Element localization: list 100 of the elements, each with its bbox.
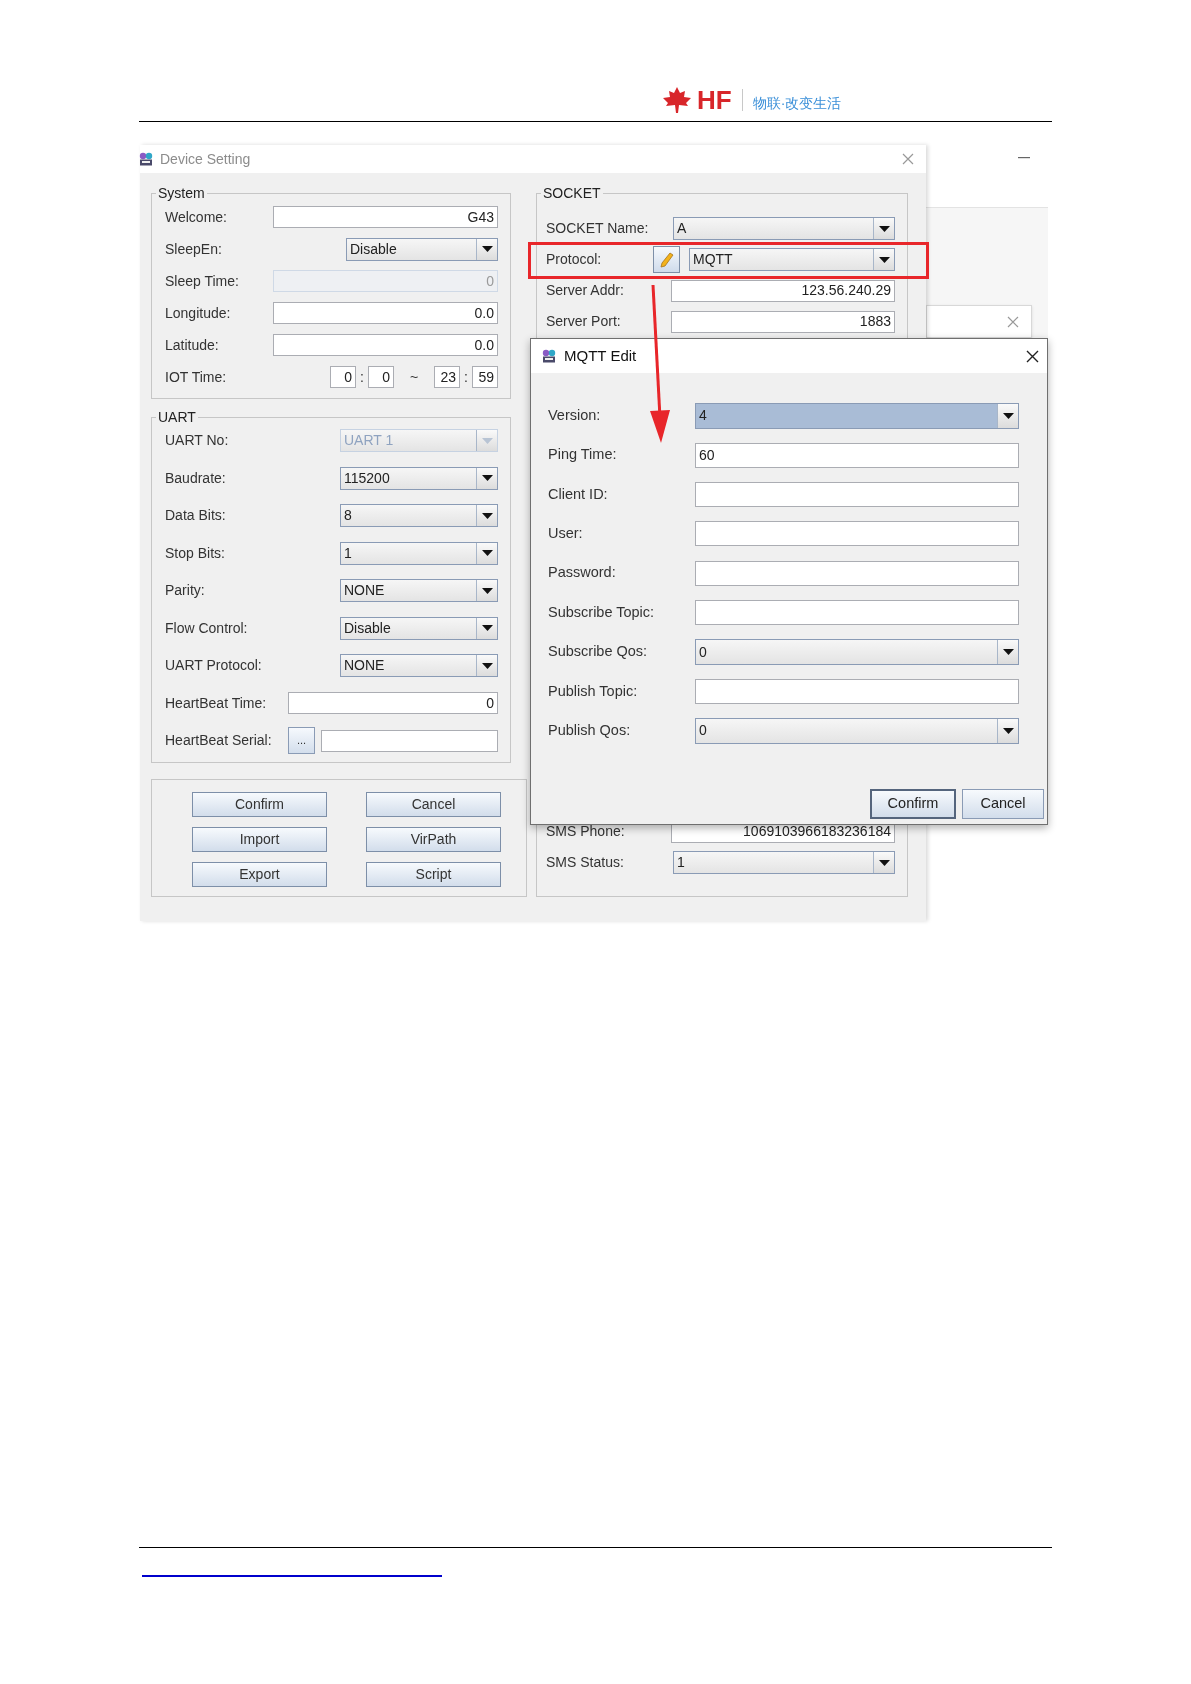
action-button[interactable]: Import bbox=[192, 827, 327, 852]
group-label: UART bbox=[157, 409, 197, 425]
dropdown[interactable]: Disable bbox=[346, 237, 498, 261]
action-button[interactable]: Confirm bbox=[870, 789, 956, 819]
field-label: Publish Topic: bbox=[548, 681, 638, 701]
dropdown[interactable]: NONE bbox=[340, 654, 498, 678]
field-label: Subscribe Topic: bbox=[548, 602, 655, 622]
text-field[interactable]: 0 bbox=[367, 366, 394, 388]
field-label: User: bbox=[548, 524, 583, 543]
action-button[interactable]: Script bbox=[366, 862, 501, 887]
field-label: SMS Phone: bbox=[546, 822, 625, 841]
field-label: Latitude: bbox=[165, 335, 219, 355]
separator: : bbox=[360, 367, 364, 387]
caret-icon bbox=[481, 437, 493, 444]
text-field[interactable]: 59 bbox=[472, 366, 498, 388]
text-field[interactable]: 123.56.240.29 bbox=[671, 279, 895, 302]
dropdown[interactable]: 8 bbox=[340, 504, 498, 528]
app-icon bbox=[138, 151, 154, 167]
caret-icon bbox=[878, 256, 890, 263]
action-button[interactable]: VirPath bbox=[366, 827, 501, 852]
caret-icon bbox=[878, 859, 890, 866]
action-button[interactable]: Export bbox=[192, 862, 327, 887]
text-field[interactable]: 0.0 bbox=[273, 334, 498, 356]
dropdown[interactable]: 115200 bbox=[340, 466, 498, 490]
caret-icon bbox=[481, 512, 493, 519]
dropdown[interactable]: NONE bbox=[340, 579, 498, 603]
caret-icon bbox=[481, 587, 493, 594]
text-field[interactable] bbox=[695, 481, 1019, 507]
caret-icon bbox=[1002, 649, 1014, 656]
minimize-icon[interactable] bbox=[1018, 157, 1030, 159]
slogan: 物联·改变生活 bbox=[752, 96, 842, 110]
field-label: UART No: bbox=[165, 431, 229, 451]
text-field[interactable]: 0 bbox=[330, 366, 357, 388]
text-field[interactable]: 0.0 bbox=[273, 302, 498, 324]
group-label: SOCKET bbox=[542, 185, 602, 201]
field-label: SOCKET Name: bbox=[546, 219, 649, 238]
field-label: SMS Status: bbox=[546, 853, 624, 872]
field-label: IOT Time: bbox=[165, 367, 227, 387]
dropdown[interactable]: 1 bbox=[673, 851, 895, 874]
text-field[interactable]: 0 bbox=[288, 692, 498, 715]
field-label: HeartBeat Serial: bbox=[165, 731, 272, 751]
caret-icon bbox=[878, 225, 890, 232]
browse-button[interactable]: ... bbox=[288, 727, 315, 755]
text-field[interactable] bbox=[695, 600, 1019, 626]
dropdown[interactable]: 0 bbox=[695, 639, 1019, 666]
action-button[interactable]: Cancel bbox=[962, 789, 1044, 819]
field-label: Welcome: bbox=[165, 207, 227, 227]
field-label: Client ID: bbox=[548, 484, 608, 504]
field-label: Stop Bits: bbox=[165, 543, 225, 563]
caret-icon bbox=[481, 550, 493, 557]
text-field[interactable] bbox=[695, 678, 1019, 704]
dropdown[interactable]: 0 bbox=[695, 717, 1019, 744]
text-field[interactable] bbox=[695, 560, 1019, 586]
close-icon[interactable] bbox=[1026, 349, 1039, 363]
field-label: SleepEn: bbox=[165, 239, 222, 259]
text-field[interactable]: 1883 bbox=[671, 310, 895, 333]
caret-icon bbox=[481, 625, 493, 632]
window-title: Device Setting bbox=[160, 149, 251, 169]
separator: : bbox=[464, 367, 468, 387]
dropdown[interactable]: Disable bbox=[340, 616, 498, 640]
separator: ~ bbox=[409, 367, 419, 387]
field-label: UART Protocol: bbox=[165, 656, 262, 676]
field-label: Version: bbox=[548, 405, 601, 425]
field-label: Longitude: bbox=[165, 303, 231, 323]
action-button[interactable]: Confirm bbox=[192, 792, 327, 817]
dropdown[interactable]: 4 bbox=[695, 402, 1019, 429]
caret-icon bbox=[481, 246, 493, 252]
text-field[interactable]: 60 bbox=[695, 442, 1019, 468]
caret-icon bbox=[481, 475, 493, 482]
field-label: Server Addr: bbox=[546, 281, 624, 300]
edit-button[interactable] bbox=[653, 246, 680, 273]
field-label: Server Port: bbox=[546, 312, 621, 331]
dropdown[interactable]: MQTT bbox=[689, 248, 895, 271]
pencil-icon bbox=[659, 251, 674, 268]
text-field[interactable] bbox=[321, 729, 498, 752]
brand-name: HF bbox=[697, 87, 732, 113]
app-icon bbox=[541, 348, 557, 364]
field-label: Data Bits: bbox=[165, 506, 226, 526]
field-label: Parity: bbox=[165, 581, 205, 601]
field-label: Publish Qos: bbox=[548, 720, 631, 740]
dropdown[interactable]: 1 bbox=[340, 541, 498, 565]
text-field[interactable] bbox=[695, 521, 1019, 547]
field-label: Subscribe Qos: bbox=[548, 642, 648, 662]
group-label: System bbox=[157, 185, 206, 201]
dialog-title: MQTT Edit bbox=[564, 345, 637, 366]
field-label: Flow Control: bbox=[165, 618, 248, 638]
caret-icon bbox=[1002, 412, 1014, 419]
caret-icon bbox=[481, 662, 493, 669]
text-field[interactable]: G43 bbox=[273, 206, 498, 228]
field-label: Baudrate: bbox=[165, 468, 226, 488]
field-label: Password: bbox=[548, 563, 616, 583]
field-label: HeartBeat Time: bbox=[165, 693, 267, 713]
field-label: Ping Time: bbox=[548, 445, 617, 465]
caret-icon bbox=[1002, 727, 1014, 734]
dropdown[interactable]: A bbox=[673, 217, 895, 240]
field-label: Protocol: bbox=[546, 250, 602, 269]
field-label: Sleep Time: bbox=[165, 271, 239, 291]
maple-leaf-icon bbox=[662, 86, 692, 114]
text-field[interactable]: 23 bbox=[434, 366, 461, 388]
action-button[interactable]: Cancel bbox=[366, 792, 501, 817]
